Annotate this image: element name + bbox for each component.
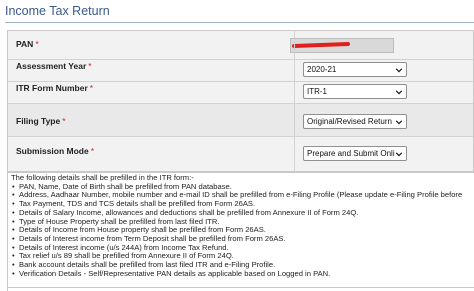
bullet-icon: •: [12, 268, 15, 278]
filing-type-label: Filing Type *: [16, 116, 66, 126]
required-mark: *: [62, 116, 66, 126]
submission-mode-value: Prepare and Submit Online: [307, 149, 395, 158]
list-item-text: Type of House Property shall be prefille…: [19, 216, 220, 226]
row-divider: [8, 81, 473, 82]
itr-form-number-label: ITR Form Number *: [16, 83, 93, 93]
list-item-text: Details of Income from House property sh…: [19, 225, 266, 235]
details-bottom-border: [7, 287, 474, 288]
chevron-down-icon: [395, 90, 403, 95]
pan-row: [8, 31, 473, 59]
assessment-year-label-text: Assessment Year: [16, 61, 87, 71]
submission-mode-select[interactable]: Prepare and Submit Online: [303, 146, 407, 161]
chevron-down-icon: [395, 68, 403, 73]
column-divider: [294, 31, 295, 173]
required-mark: *: [35, 39, 39, 49]
list-item-text: PAN, Name, Date of Birth shall be prefil…: [19, 181, 232, 191]
assessment-year-label: Assessment Year *: [16, 61, 92, 71]
filing-type-select[interactable]: Original/Revised Return: [303, 114, 407, 129]
list-item-text: Details of Salary Income, allowances and…: [19, 207, 359, 217]
list-item: • Verification Details - Self/Representat…: [11, 268, 474, 279]
list-item-text: Tax relief u/s 89 shall be prefilled fro…: [19, 251, 234, 261]
assessment-year-select[interactable]: 2020-21: [303, 62, 407, 77]
list-item-text: Verification Details - Self/Representati…: [19, 268, 331, 278]
submission-mode-label-text: Submission Mode: [16, 146, 89, 156]
chevron-down-icon: [395, 152, 403, 157]
list-item-text: Details of Interest income from Term Dep…: [19, 233, 286, 243]
required-mark: *: [88, 61, 92, 71]
prefill-details: The following details shall be prefilled…: [7, 172, 474, 291]
filing-type-label-text: Filing Type: [16, 116, 61, 126]
chevron-down-icon: [395, 120, 403, 125]
title-divider: [5, 22, 474, 23]
itr-form-number-label-text: ITR Form Number: [16, 83, 88, 93]
row-divider: [8, 136, 473, 137]
required-mark: *: [89, 83, 94, 93]
page-title: Income Tax Return: [5, 4, 110, 18]
row-divider: [8, 59, 473, 60]
list-item-text: Tax Payment, TDS and TCS details shall b…: [19, 199, 256, 209]
itr-form: PAN * Assessment Year * 2020-21 ITR Form N…: [7, 30, 474, 173]
required-mark: *: [90, 146, 95, 156]
pan-label: PAN *: [16, 39, 39, 49]
submission-mode-label: Submission Mode *: [16, 146, 94, 156]
list-item-text: Details of Interest income (u/s 244A) fr…: [19, 242, 229, 252]
prefill-details-list: • PAN, Name, Date of Birth shall be prefi…: [11, 181, 474, 279]
list-item-text: Address, Aadhaar Number, mobile number a…: [19, 190, 463, 200]
itr-form-number-value: ITR-1: [307, 87, 327, 96]
filing-type-value: Original/Revised Return: [307, 117, 392, 126]
pan-label-text: PAN: [16, 39, 34, 49]
assessment-year-value: 2020-21: [307, 65, 337, 74]
list-item-text: Bank account details shall be prefilled …: [19, 260, 276, 270]
itr-form-number-select[interactable]: ITR-1: [303, 84, 407, 99]
